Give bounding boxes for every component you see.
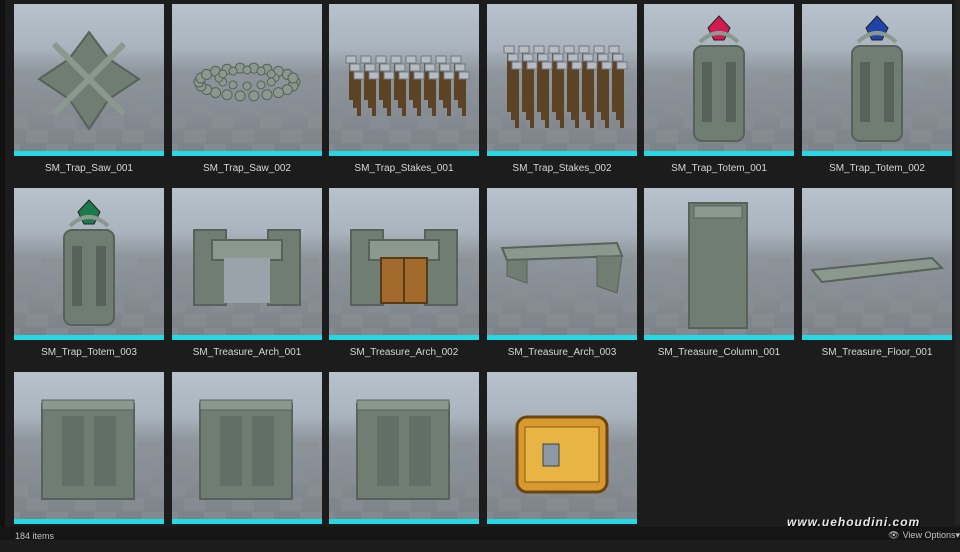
wall-shape (199, 399, 293, 500)
trap-stakes-mesh-thumbnail (329, 4, 479, 151)
asset-name: SM_Treasure_Floor_001 (821, 347, 933, 358)
asset-tile[interactable]: SM_Trap_Stakes_001 (329, 4, 479, 184)
floor-mesh-thumbnail (802, 188, 952, 335)
treasure-chest-mesh-thumbnail (487, 372, 637, 519)
asset-type-bar (644, 151, 794, 156)
bench-arch-mesh-thumbnail (487, 188, 637, 335)
watermark: www.uehoudini.com (787, 515, 921, 529)
asset-tile[interactable]: SM_Treasure_Arch_001 (172, 188, 322, 368)
asset-tile[interactable]: SM_Trap_Totem_001 (644, 4, 794, 184)
asset-name: SM_Treasure_Arch_003 (507, 347, 617, 358)
asset-tile[interactable]: SM_Trap_Totem_003 (14, 188, 164, 368)
wall-shape (41, 399, 135, 500)
column-shape (688, 202, 748, 329)
asset-tile[interactable]: SM_Treasure_Arch_003 (487, 188, 637, 368)
asset-tile[interactable]: SM_Trap_Saw_001 (14, 4, 164, 184)
arch-shape (350, 229, 458, 306)
asset-name: SM_Trap_Stakes_002 (512, 163, 612, 174)
wall-shape (356, 399, 450, 500)
arch-shape (193, 229, 301, 306)
bench-arch-shape (500, 241, 624, 294)
chevron-down-icon: ▾ (955, 530, 960, 540)
wall-mesh-thumbnail (14, 372, 164, 519)
view-options-label: View Options (902, 530, 956, 540)
trap-saw-mesh-thumbnail (172, 4, 322, 151)
asset-name: SM_Trap_Saw_002 (202, 163, 291, 174)
scrollbar[interactable] (955, 0, 960, 525)
trap-saw-mesh-thumbnail (14, 4, 164, 151)
trap-totem-mesh-thumbnail (14, 188, 164, 335)
asset-tile[interactable]: SM_Treasure_Arch_002 (329, 188, 479, 368)
asset-grid: SM_Trap_Saw_001 SM_Trap_Saw_002 SM_Trap_… (0, 0, 960, 540)
asset-tile[interactable]: SM_Trap_Stakes_002 (487, 4, 637, 184)
asset-type-bar (172, 335, 322, 340)
asset-name: SM_Treasure_Column_001 (657, 347, 781, 358)
asset-tile[interactable]: SM_Treasure_Column_001 (644, 188, 794, 368)
asset-type-bar (172, 151, 322, 156)
wall-mesh-thumbnail (329, 372, 479, 519)
asset-tile[interactable]: SM_Trap_Totem_002 (802, 4, 952, 184)
asset-type-bar (329, 151, 479, 156)
asset-tile[interactable] (172, 372, 322, 552)
asset-tile[interactable] (329, 372, 479, 552)
totem-shape (851, 15, 903, 142)
asset-tile[interactable]: SM_Trap_Saw_002 (172, 4, 322, 184)
arch-door-mesh-thumbnail (329, 188, 479, 335)
asset-type-bar (802, 335, 952, 340)
asset-name: SM_Trap_Totem_003 (41, 347, 137, 358)
asset-type-bar (487, 519, 637, 524)
totem-shape (693, 15, 745, 142)
asset-name: SM_Trap_Totem_002 (829, 163, 925, 174)
asset-type-bar (644, 335, 794, 340)
asset-type-bar (802, 151, 952, 156)
asset-type-bar (14, 519, 164, 524)
eye-icon: 👁 (888, 530, 900, 540)
totem-shape (63, 199, 115, 326)
trap-totem-mesh-thumbnail (644, 4, 794, 151)
asset-name: SM_Treasure_Arch_002 (349, 347, 459, 358)
asset-tile[interactable] (14, 372, 164, 552)
asset-type-bar (14, 335, 164, 340)
asset-name: SM_Trap_Totem_001 (671, 163, 767, 174)
asset-tile[interactable]: SM_Treasure_Floor_001 (802, 188, 952, 368)
asset-type-bar (487, 151, 637, 156)
asset-type-bar (329, 335, 479, 340)
trap-totem-mesh-thumbnail (802, 4, 952, 151)
view-options-button[interactable]: 👁 View Options▾ (888, 530, 960, 541)
asset-type-bar (329, 519, 479, 524)
wall-mesh-thumbnail (172, 372, 322, 519)
asset-name: SM_Trap_Stakes_001 (354, 163, 454, 174)
asset-type-bar (487, 335, 637, 340)
asset-name: SM_Treasure_Arch_001 (192, 347, 302, 358)
asset-tile[interactable] (487, 372, 637, 552)
trap-stakes-mesh-thumbnail (487, 4, 637, 151)
asset-name: SM_Trap_Saw_001 (44, 163, 133, 174)
asset-type-bar (14, 151, 164, 156)
arch-mesh-thumbnail (172, 188, 322, 335)
column-mesh-thumbnail (644, 188, 794, 335)
chest-shape (515, 415, 609, 494)
asset-type-bar (172, 519, 322, 524)
